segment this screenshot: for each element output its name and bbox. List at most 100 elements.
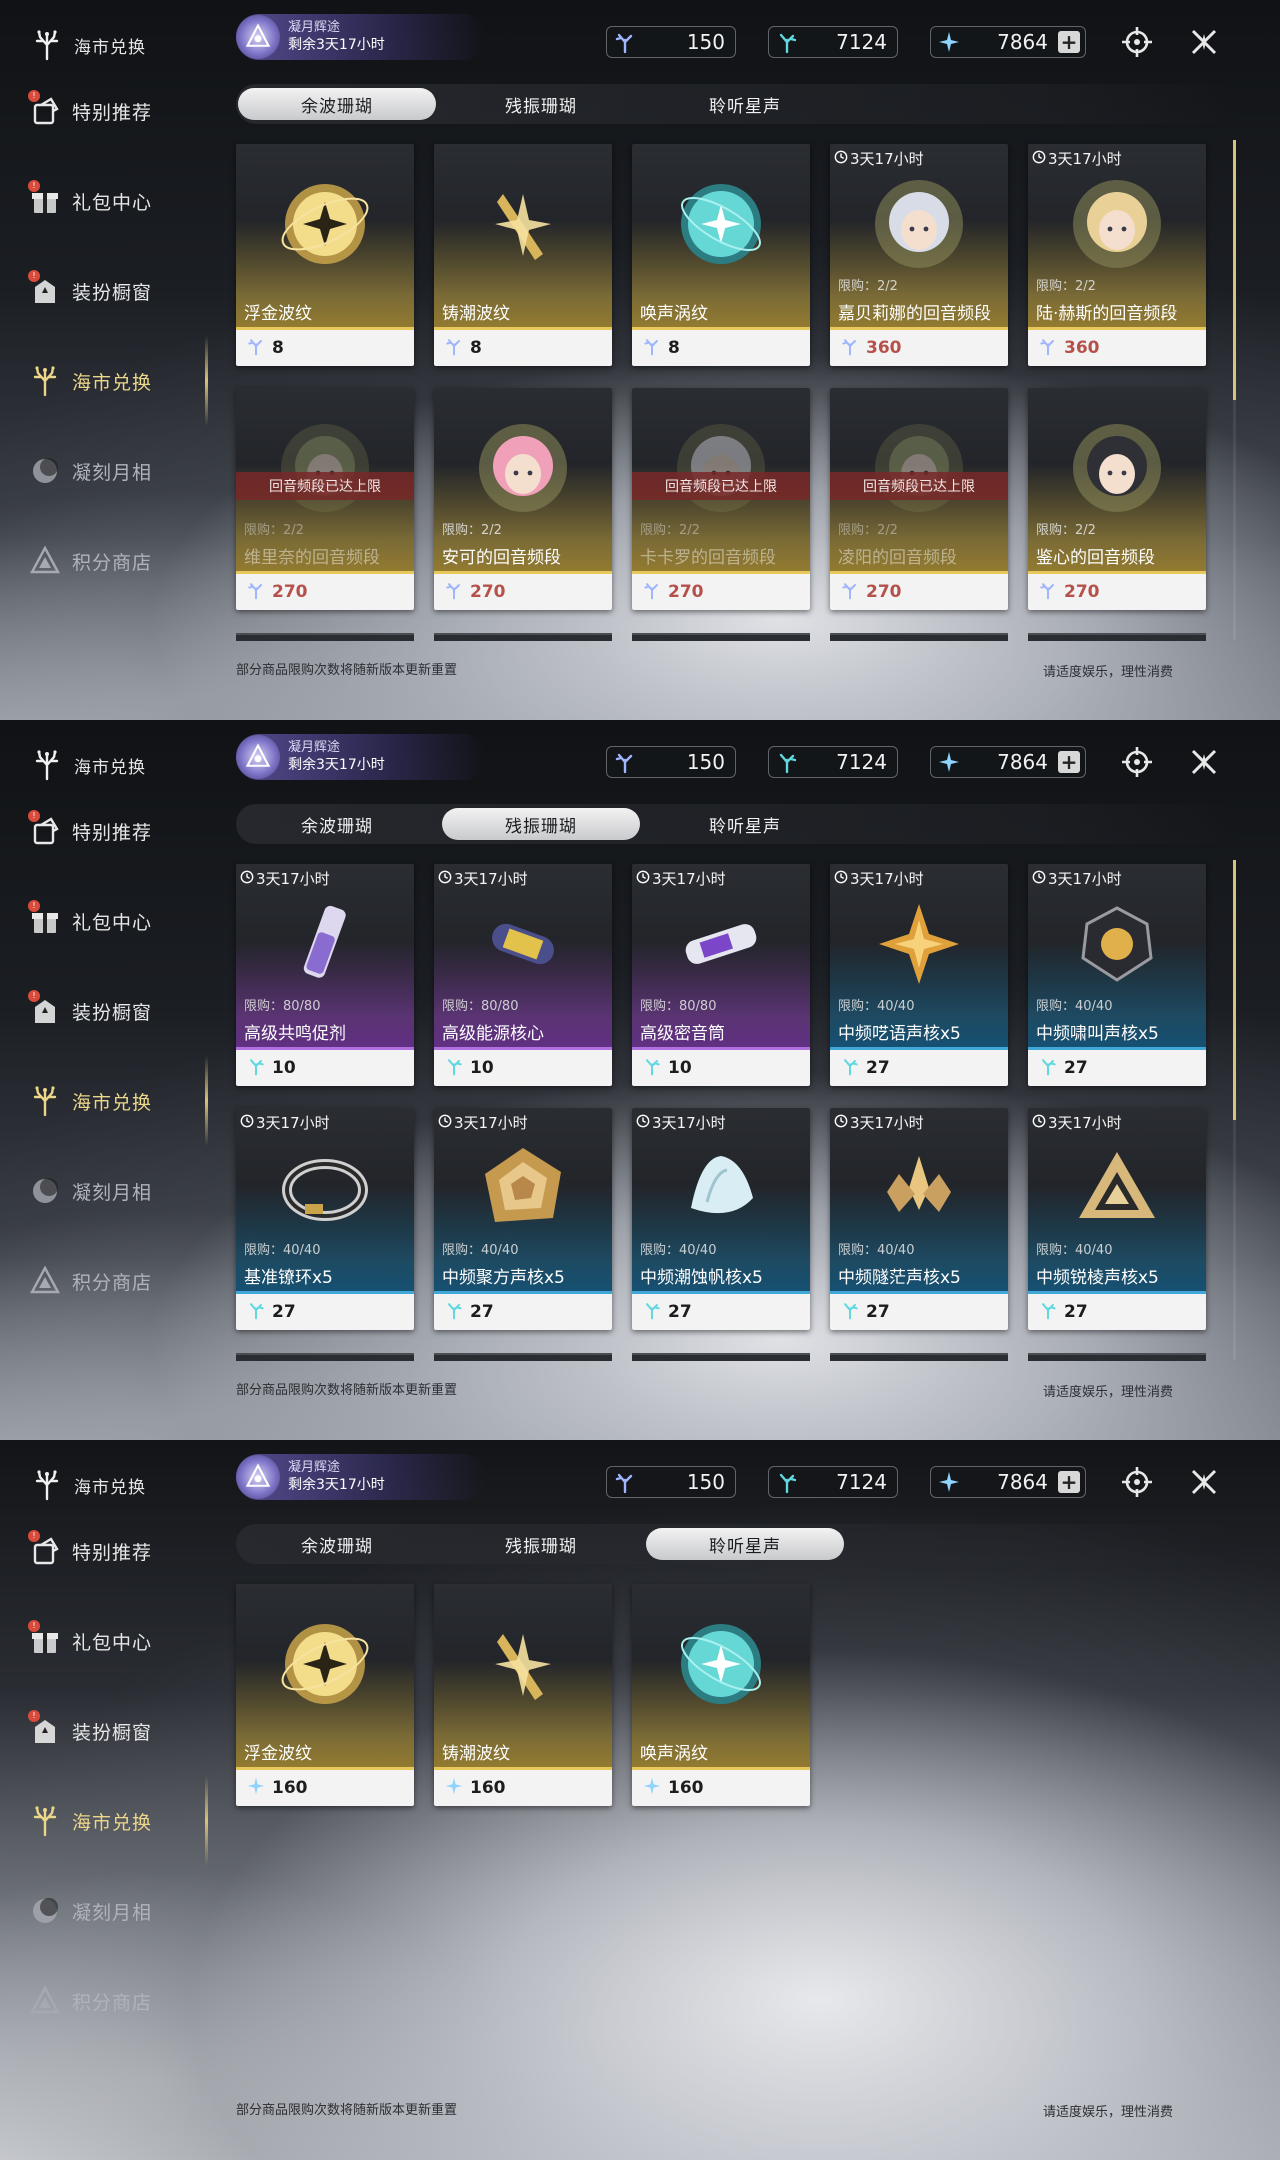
shop-item-card[interactable]: 限购：2/2 安可的回音频段 270 <box>434 388 612 610</box>
shop-item-card[interactable]: 铸潮波纹 8 <box>434 144 612 366</box>
shop-item-card[interactable]: 3天17小时 限购：2/2 陆·赫斯的回音频段 360 <box>1028 144 1206 366</box>
shop-item-card[interactable]: 3天17小时 限购：40/40 基准镣环x5 27 <box>236 1108 414 1330</box>
item-timer-text: 3天17小时 <box>1048 150 1122 168</box>
target-button[interactable] <box>1119 24 1155 60</box>
scrollbar[interactable] <box>1233 140 1236 640</box>
star-core-icon <box>869 894 969 994</box>
portrait-green-icon <box>275 418 375 518</box>
sidebar-item-5[interactable]: 凝刻月相 <box>28 1168 152 1214</box>
shop-item-card[interactable]: 浮金波纹 8 <box>236 144 414 366</box>
afterglow-coral-icon <box>642 580 662 605</box>
tab-1[interactable]: 余波珊瑚 <box>238 88 436 120</box>
scrollbar[interactable] <box>1233 860 1236 1360</box>
sidebar-item-3[interactable]: ! 装扮橱窗 <box>28 268 152 314</box>
item-price-value: 160 <box>470 1778 506 1798</box>
sidebar-item-4[interactable]: 海市兑换 <box>28 358 152 404</box>
add-currency-button[interactable]: + <box>1058 1471 1080 1493</box>
shop-item-card[interactable]: 3天17小时 限购：40/40 中频呓语声核x5 27 <box>830 864 1008 1086</box>
shop-item-card[interactable]: 3天17小时 限购：40/40 中频聚方声核x5 27 <box>434 1108 612 1330</box>
sidebar-item-2[interactable]: ! 礼包中心 <box>28 1618 152 1664</box>
afterglow-coral-icon <box>1038 336 1058 361</box>
event-text: 凝月辉途 剩余3天17小时 <box>288 20 385 54</box>
close-button[interactable] <box>1186 1464 1222 1500</box>
next-row-peek <box>1028 1353 1206 1361</box>
close-button[interactable] <box>1186 24 1222 60</box>
shop-item-card[interactable]: 唤声涡纹 8 <box>632 144 810 366</box>
sidebar-item-4[interactable]: 海市兑换 <box>28 1078 152 1124</box>
shop-item-card[interactable]: 回音频段已达上限 限购：2/2 卡卡罗的回音频段 270 <box>632 388 810 610</box>
event-banner[interactable]: 凝月辉途 剩余3天17小时 <box>236 14 486 60</box>
item-timer: 3天17小时 <box>834 1112 924 1133</box>
item-timer-text: 3天17小时 <box>454 1114 528 1132</box>
item-name: 维里奈的回音频段 <box>244 548 380 568</box>
shop-item-card[interactable]: 3天17小时 限购：2/2 嘉贝莉娜的回音频段 360 <box>830 144 1008 366</box>
sidebar-item-label: 海市兑换 <box>72 371 153 394</box>
oscillated-coral-icon <box>642 1056 662 1081</box>
tab-2[interactable]: 残振珊瑚 <box>442 1528 640 1560</box>
sidebar-item-label: 积分商店 <box>72 1991 153 2014</box>
sidebar: 海市兑换! 特别推荐! 礼包中心! 装扮橱窗 海市兑换 凝刻月相 积分商店 <box>0 1440 215 2160</box>
scrollbar-thumb[interactable] <box>1233 140 1236 400</box>
item-timer-text: 3天17小时 <box>1048 1114 1122 1132</box>
sidebar-item-1[interactable]: ! 特别推荐 <box>28 88 152 134</box>
shop-item-card[interactable]: 3天17小时 限购：40/40 中频锐棱声核x5 27 <box>1028 1108 1206 1330</box>
shop-item-card[interactable]: 3天17小时 限购：40/40 中频隧茫声核x5 27 <box>830 1108 1008 1330</box>
sidebar-item-5[interactable]: 凝刻月相 <box>28 448 152 494</box>
add-currency-button[interactable]: + <box>1058 751 1080 773</box>
sidebar-item-2[interactable]: ! 礼包中心 <box>28 178 152 224</box>
sidebar-item-2[interactable]: ! 礼包中心 <box>28 898 152 944</box>
star-shard-icon <box>937 1470 961 1494</box>
item-timer-text: 3天17小时 <box>652 870 726 888</box>
sidebar-item-6[interactable]: 积分商店 <box>28 1978 152 2024</box>
notification-badge: ! <box>28 900 40 912</box>
shop-item-card[interactable]: 3天17小时 限购：40/40 中频潮蚀帆核x5 27 <box>632 1108 810 1330</box>
target-button[interactable] <box>1119 744 1155 780</box>
sidebar-item-3[interactable]: ! 装扮橱窗 <box>28 988 152 1034</box>
shop-item-card[interactable]: 3天17小时 限购：80/80 高级密音筒 10 <box>632 864 810 1086</box>
shop-item-card[interactable]: 限购：2/2 鉴心的回音频段 270 <box>1028 388 1206 610</box>
tab-2[interactable]: 残振珊瑚 <box>442 88 640 120</box>
shop-item-card[interactable]: 3天17小时 限购：80/80 高级共鸣促剂 10 <box>236 864 414 1086</box>
sidebar-item-6[interactable]: 积分商店 <box>28 1258 152 1304</box>
target-button[interactable] <box>1119 1464 1155 1500</box>
sidebar-item-6[interactable]: 积分商店 <box>28 538 152 584</box>
tab-3[interactable]: 聆听星声 <box>646 88 844 120</box>
purchase-limit: 限购：80/80 <box>442 999 519 1014</box>
shop-item-card[interactable]: 铸潮波纹 160 <box>434 1584 612 1806</box>
tab-3[interactable]: 聆听星声 <box>646 1528 844 1560</box>
gold-blade-icon <box>473 1614 573 1714</box>
shop-item-card[interactable]: 回音频段已达上限 限购：2/2 维里奈的回音频段 270 <box>236 388 414 610</box>
add-currency-button[interactable]: + <box>1058 31 1080 53</box>
shop-item-card[interactable]: 3天17小时 限购：40/40 中频啸叫声核x5 27 <box>1028 864 1206 1086</box>
close-button[interactable] <box>1186 744 1222 780</box>
sidebar-item-label: 礼包中心 <box>72 1631 153 1654</box>
sidebar: 海市兑换! 特别推荐! 礼包中心! 装扮橱窗 海市兑换 凝刻月相 积分商店 <box>0 0 215 720</box>
sidebar-header: 海市兑换 <box>30 22 146 68</box>
sidebar-item-1[interactable]: ! 特别推荐 <box>28 1528 152 1574</box>
event-banner[interactable]: 凝月辉途 剩余3天17小时 <box>236 1454 486 1500</box>
sidebar-item-4[interactable]: 海市兑换 <box>28 1798 152 1844</box>
tab-1[interactable]: 余波珊瑚 <box>238 808 436 840</box>
item-price-value: 270 <box>470 582 506 602</box>
item-price-value: 10 <box>272 1058 296 1078</box>
item-name: 中频隧茫声核x5 <box>838 1268 961 1288</box>
sidebar-item-1[interactable]: ! 特别推荐 <box>28 808 152 854</box>
shop-item-card[interactable]: 浮金波纹 160 <box>236 1584 414 1806</box>
clock-icon <box>438 870 454 888</box>
capsule-icon <box>473 894 573 994</box>
sidebar-item-5[interactable]: 凝刻月相 <box>28 1888 152 1934</box>
tab-3[interactable]: 聆听星声 <box>646 808 844 840</box>
recommend-icon: ! <box>28 1530 62 1568</box>
event-banner[interactable]: 凝月辉途 剩余3天17小时 <box>236 734 486 780</box>
sidebar-item-3[interactable]: ! 装扮橱窗 <box>28 1708 152 1754</box>
shop-item-card[interactable]: 回音频段已达上限 限购：2/2 凌阳的回音频段 270 <box>830 388 1008 610</box>
tab-2[interactable]: 残振珊瑚 <box>442 808 640 840</box>
tab-1[interactable]: 余波珊瑚 <box>238 1528 436 1560</box>
clock-icon <box>438 1114 454 1132</box>
scrollbar-thumb[interactable] <box>1233 860 1236 1120</box>
shop-item-card[interactable]: 3天17小时 限购：80/80 高级能源核心 10 <box>434 864 612 1086</box>
shop-item-card[interactable]: 唤声涡纹 160 <box>632 1584 810 1806</box>
afterglow-coral-icon <box>613 750 637 774</box>
gold-orb-icon <box>275 174 375 274</box>
purchase-limit: 限购：2/2 <box>838 523 898 538</box>
